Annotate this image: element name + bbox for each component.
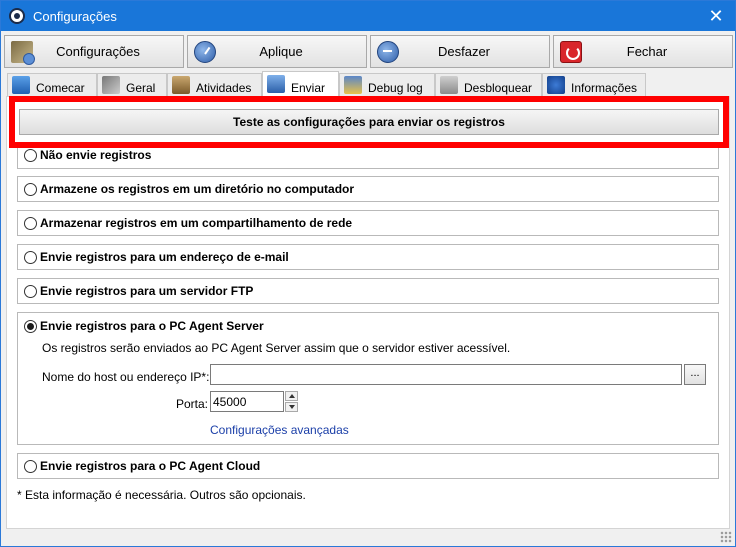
info-icon	[547, 75, 565, 94]
tab-label: Informações	[571, 81, 638, 95]
required-footnote: * Esta informação é necessária. Outros s…	[17, 488, 306, 502]
send-icon	[267, 74, 285, 93]
debug-log-icon	[344, 75, 362, 94]
power-icon	[560, 40, 582, 63]
resize-grip-icon[interactable]	[720, 531, 732, 543]
host-input[interactable]	[210, 364, 682, 385]
option-no-logs: Não envie registros	[17, 143, 719, 169]
apply-button-label: Aplique	[259, 44, 303, 59]
tab-informacoes[interactable]: Informações	[542, 73, 646, 97]
radio-directory[interactable]: Armazene os registros em um diretório no…	[24, 182, 354, 196]
port-increment-button[interactable]	[285, 391, 298, 401]
option-ftp: Envie registros para um servidor FTP	[17, 278, 719, 304]
radio-label: Armazenar registros em um compartilhamen…	[40, 216, 353, 230]
radio-button[interactable]	[24, 459, 37, 473]
title-bar: Configurações ✕	[1, 1, 735, 31]
radio-button[interactable]	[24, 182, 37, 196]
tab-label: Comecar	[36, 81, 85, 95]
radio-network-share[interactable]: Armazenar registros em um compartilhamen…	[24, 216, 352, 230]
start-icon	[12, 75, 30, 94]
undo-button-label: Desfazer	[437, 44, 491, 59]
apply-icon	[194, 40, 216, 63]
radio-pc-agent-server[interactable]: Envie registros para o PC Agent Server	[24, 319, 264, 333]
test-settings-button[interactable]: Teste as configurações para enviar os re…	[19, 109, 719, 135]
tab-label: Geral	[126, 81, 156, 95]
settings-icon	[11, 40, 35, 65]
radio-label: Envie registros para um servidor FTP	[40, 284, 254, 298]
radio-button[interactable]	[24, 216, 37, 230]
radio-button[interactable]	[24, 250, 37, 264]
tools-icon	[102, 75, 120, 94]
radio-ftp[interactable]: Envie registros para um servidor FTP	[24, 284, 253, 298]
settings-window: Configurações ✕ Configurações Aplique De…	[0, 0, 736, 547]
close-button-label: Fechar	[626, 44, 668, 59]
window-title: Configurações	[33, 8, 117, 24]
tab-geral[interactable]: Geral	[97, 73, 167, 97]
option-directory: Armazene os registros em um diretório no…	[17, 176, 719, 202]
undo-button[interactable]: Desfazer	[370, 35, 550, 68]
port-label: Porta:	[176, 397, 209, 411]
tab-comecar[interactable]: Comecar	[7, 73, 97, 97]
server-description: Os registros serão enviados ao PC Agent …	[42, 341, 511, 355]
activities-icon	[172, 75, 190, 94]
configurations-button-label: Configurações	[56, 44, 140, 59]
radio-pc-agent-cloud[interactable]: Envie registros para o PC Agent Cloud	[24, 459, 260, 473]
radio-label: Não envie registros	[40, 148, 152, 162]
tab-debug-log[interactable]: Debug log	[339, 73, 435, 97]
host-label: Nome do host ou endereço IP*:	[42, 370, 210, 384]
tab-label: Debug log	[368, 81, 423, 95]
radio-button-selected[interactable]	[24, 319, 37, 333]
browse-button[interactable]: ...	[684, 364, 706, 385]
radio-no-logs[interactable]: Não envie registros	[24, 148, 151, 162]
tab-atividades[interactable]: Atividades	[167, 73, 262, 97]
radio-label: Envie registros para o PC Agent Cloud	[40, 459, 261, 473]
port-input[interactable]: 45000	[210, 391, 284, 412]
app-icon	[9, 8, 25, 24]
option-network-share: Armazenar registros em um compartilhamen…	[17, 210, 719, 236]
apply-button[interactable]: Aplique	[187, 35, 367, 68]
option-pc-agent-server: Envie registros para o PC Agent Server O…	[17, 312, 719, 445]
tab-label: Desbloquear	[464, 81, 533, 95]
undo-icon	[377, 40, 399, 63]
radio-button[interactable]	[24, 284, 37, 298]
tab-desbloquear[interactable]: Desbloquear	[435, 73, 542, 97]
advanced-settings-link[interactable]: Configurações avançadas	[210, 423, 349, 437]
close-window-button[interactable]: ✕	[705, 5, 727, 27]
tab-label: Atividades	[196, 81, 252, 95]
radio-label: Envie registros para um endereço de e-ma…	[40, 250, 289, 264]
tab-label: Enviar	[291, 81, 326, 95]
radio-label: Envie registros para o PC Agent Server	[40, 319, 264, 333]
configurations-button[interactable]: Configurações	[4, 35, 184, 68]
port-decrement-button[interactable]	[285, 402, 298, 412]
radio-label: Armazene os registros em um diretório no…	[40, 182, 355, 196]
radio-button[interactable]	[24, 148, 37, 162]
radio-email[interactable]: Envie registros para um endereço de e-ma…	[24, 250, 289, 264]
unlock-icon	[440, 75, 458, 94]
tab-enviar[interactable]: Enviar	[262, 71, 339, 97]
option-email: Envie registros para um endereço de e-ma…	[17, 244, 719, 270]
option-pc-agent-cloud: Envie registros para o PC Agent Cloud	[17, 453, 719, 479]
close-button[interactable]: Fechar	[553, 35, 733, 68]
